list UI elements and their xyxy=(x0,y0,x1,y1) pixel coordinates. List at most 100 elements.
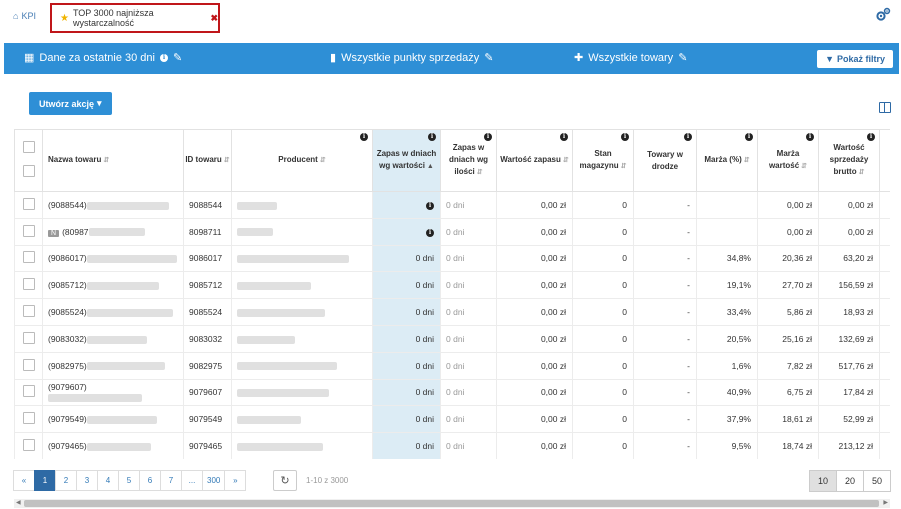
info-icon[interactable]: i xyxy=(560,133,568,141)
pagination-prev[interactable]: « xyxy=(13,470,35,491)
product-code: (9086017) xyxy=(48,253,87,264)
header-margin-pct[interactable]: i Marża (%) ⇵ xyxy=(696,129,758,192)
gross-sales-cell: 0,00 zł xyxy=(818,217,880,246)
page-size-10[interactable]: 10 xyxy=(809,470,837,492)
header-stock-days-qty[interactable]: i Zapas w dniach wg ilości ⇵ xyxy=(440,129,497,192)
row-checkbox[interactable] xyxy=(22,197,35,210)
edit-icon[interactable]: ✎ xyxy=(678,51,687,64)
select-all-checkbox[interactable] xyxy=(22,140,35,153)
table-row[interactable]: (9083032) 9083032 0 dni 0 dni 0,00 zł 0-20,5%… xyxy=(14,324,890,353)
table-row[interactable]: (9086017) 9086017 0 dni 0 dni 0,00 zł 0-34,8%… xyxy=(14,244,890,273)
filter-products[interactable]: ✚ Wszystkie towary ✎ xyxy=(574,51,687,65)
header-warehouse-stock[interactable]: i Stan magazynu ⇵ xyxy=(572,129,634,192)
table-row[interactable]: (9085712) 9085712 0 dni 0 dni 0,00 zł 0-19,1%… xyxy=(14,271,890,300)
redacted-name xyxy=(86,416,157,425)
table-row[interactable]: (9082975) 9082975 0 dni 0 dni 0,00 zł 0-1,6% 7… xyxy=(14,351,890,380)
stock-days-value-cell: i xyxy=(372,217,441,246)
redacted-name xyxy=(86,335,147,344)
info-icon[interactable]: i xyxy=(160,53,168,62)
row-checkbox[interactable] xyxy=(22,331,35,344)
sort-asc-icon: ▲ xyxy=(426,163,434,170)
header-stock-days-value[interactable]: i Zapas w dniach wg wartości ▲ xyxy=(372,129,441,192)
edit-icon[interactable]: ✎ xyxy=(484,51,493,64)
product-id-cell: 9088544 xyxy=(183,191,232,219)
info-icon[interactable]: i xyxy=(428,133,436,141)
info-icon[interactable]: i xyxy=(867,133,875,141)
table-row[interactable]: (9079607) 9079607 0 dni 0 dni 0,00 zł 0-40,9%… xyxy=(14,378,890,407)
stock-days-qty-cell: 0 dni xyxy=(440,244,497,273)
table-row[interactable]: (9079549) 9079549 0 dni 0 dni 0,00 zł 0-37,9%… xyxy=(14,405,890,434)
header-margin-value[interactable]: i Marża wartość ⇵ xyxy=(757,129,819,192)
header-extra[interactable]: s xyxy=(879,129,890,192)
tab-top3000[interactable]: ★ TOP 3000 najniższa wystarczalność ✖ xyxy=(50,3,220,33)
info-icon[interactable]: i xyxy=(484,133,492,141)
header-name[interactable]: Nazwa towaru ⇵ xyxy=(42,129,184,192)
scroll-left-icon[interactable]: ◀ xyxy=(16,499,21,508)
warehouse-stock-cell: 0 xyxy=(572,324,634,353)
pagination-page-2[interactable]: 2 xyxy=(55,470,77,491)
select-page-checkbox[interactable] xyxy=(22,164,35,177)
pagination-page-3[interactable]: 3 xyxy=(76,470,98,491)
header-stock-value[interactable]: i Wartość zapasu ⇵ xyxy=(496,129,573,192)
header-gross-sales[interactable]: i Wartość sprzedaży brutto ⇵ xyxy=(818,129,880,192)
info-icon[interactable]: i xyxy=(621,133,629,141)
table-row[interactable]: (9079465) 9079465 0 dni 0 dni 0,00 zł 0-9,5% 1… xyxy=(14,432,890,459)
row-checkbox[interactable] xyxy=(22,385,35,398)
pagination-page-5[interactable]: 5 xyxy=(118,470,140,491)
table-row[interactable]: (9085524) 9085524 0 dni 0 dni 0,00 zł 0-33,4%… xyxy=(14,298,890,326)
row-checkbox[interactable] xyxy=(22,412,35,425)
row-checkbox[interactable] xyxy=(22,278,35,291)
info-icon[interactable]: i xyxy=(684,133,692,141)
create-action-button[interactable]: Utwórz akcję ▾ xyxy=(29,92,112,115)
tab-top3000-label: TOP 3000 najniższa wystarczalność xyxy=(72,8,154,28)
pagination-page-300[interactable]: 300 xyxy=(202,470,226,491)
pagination-page-ellipsis[interactable]: ... xyxy=(181,470,203,491)
pagination-page-4[interactable]: 4 xyxy=(97,470,119,491)
in-transit-cell: - xyxy=(633,351,697,380)
row-checkbox[interactable] xyxy=(22,251,35,264)
gross-sales-cell: 213,12 zł xyxy=(818,432,880,459)
filter-period[interactable]: ▦ Dane za ostatnie 30 dni i ✎ xyxy=(24,51,182,65)
show-filters-button[interactable]: ▼ Pokaż filtry xyxy=(817,50,893,68)
pagination-page-7[interactable]: 7 xyxy=(160,470,182,491)
header-id[interactable]: ID towaru ⇵ xyxy=(183,129,232,192)
in-transit-cell: - xyxy=(633,378,697,407)
header-producer[interactable]: i Producent ⇵ xyxy=(231,129,373,192)
pagination-next[interactable]: » xyxy=(224,470,247,491)
page-size-20[interactable]: 20 xyxy=(836,470,864,492)
info-icon[interactable]: i xyxy=(806,133,814,141)
settings-gears-icon[interactable] xyxy=(875,7,891,23)
scroll-right-icon[interactable]: ▶ xyxy=(883,499,888,508)
info-icon[interactable]: i xyxy=(360,133,368,141)
header-in-transit[interactable]: i Towary w drodze xyxy=(633,129,697,192)
info-icon[interactable]: i xyxy=(426,229,434,238)
row-checkbox[interactable] xyxy=(22,224,35,237)
tab-bar: ⌂ KPI ★ TOP 3000 najniższa wystarczalnoś… xyxy=(0,0,901,38)
caret-down-icon: ▾ xyxy=(97,98,102,108)
margin-pct-cell: 37,9% xyxy=(696,405,758,434)
scrollbar-thumb[interactable] xyxy=(24,500,879,507)
tab-kpi-label: KPI xyxy=(21,11,36,21)
info-icon[interactable]: i xyxy=(426,202,434,211)
page-size-50[interactable]: 50 xyxy=(863,470,891,492)
edit-icon[interactable]: ✎ xyxy=(173,51,182,64)
refresh-button[interactable]: ↻ xyxy=(273,470,297,491)
pagination-page-1[interactable]: 1 xyxy=(34,470,56,491)
product-name-cell: (9079549) xyxy=(42,405,184,434)
close-tab-icon[interactable]: ✖ xyxy=(210,13,218,24)
pagination-page-6[interactable]: 6 xyxy=(139,470,161,491)
table-row[interactable]: (9088544) 9088544 i 0 dni 0,00 zł 0-0,00 zł 0,… xyxy=(14,191,890,219)
columns-icon[interactable] xyxy=(879,102,891,113)
extra-cell xyxy=(879,217,890,246)
info-icon[interactable]: i xyxy=(745,133,753,141)
row-checkbox[interactable] xyxy=(22,358,35,371)
table-row[interactable]: N (80987 8098711 i 0 dni 0,00 zł 0-0,00 zł 0,00… xyxy=(14,217,890,246)
tab-kpi[interactable]: ⌂ KPI xyxy=(13,11,36,21)
row-checkbox[interactable] xyxy=(22,439,35,452)
warehouse-stock-cell: 0 xyxy=(572,405,634,434)
stock-days-qty-cell: 0 dni xyxy=(440,217,497,246)
horizontal-scrollbar[interactable]: ◀ ▶ xyxy=(14,499,890,508)
filter-stores[interactable]: ▮ Wszystkie punkty sprzedaży ✎ xyxy=(330,51,493,65)
row-checkbox[interactable] xyxy=(22,305,35,318)
sort-icon: ⇵ xyxy=(743,157,750,164)
